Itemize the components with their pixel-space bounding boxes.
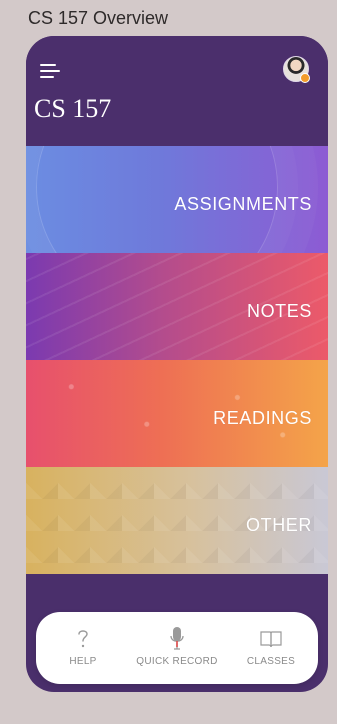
nav-label: CLASSES xyxy=(246,656,296,667)
nav-classes[interactable]: CLASSES xyxy=(224,624,318,680)
nav-quick-record[interactable]: QUICK RECORD xyxy=(130,624,224,680)
tile-label: READINGS xyxy=(213,408,312,428)
nav-help[interactable]: HELP xyxy=(36,624,130,680)
tile-notes[interactable]: NOTES xyxy=(26,253,328,360)
tile-label: OTHER xyxy=(246,515,312,535)
tile-readings[interactable]: READINGS xyxy=(26,360,328,467)
bottom-navigation: HELP QUICK RECORD CLASSES xyxy=(36,612,318,684)
nav-label: HELP xyxy=(69,656,97,667)
window-title: CS 157 Overview xyxy=(28,8,169,28)
status-dot xyxy=(300,73,310,83)
course-title: CS 157 xyxy=(34,94,112,123)
tile-other[interactable]: OTHER xyxy=(26,467,328,574)
question-mark-icon xyxy=(36,624,130,654)
microphone-icon xyxy=(130,624,224,654)
tile-label: ASSIGNMENTS xyxy=(174,194,312,214)
phone-app: CS 157 ASSIGNMENTS NOTES READINGS OTHER … xyxy=(26,36,328,692)
hamburger-menu-icon[interactable] xyxy=(40,64,60,80)
header-bar: CS 157 xyxy=(26,36,328,146)
tile-label: NOTES xyxy=(246,301,312,321)
user-avatar-icon[interactable] xyxy=(283,56,310,83)
book-icon xyxy=(224,624,318,654)
nav-label: QUICK RECORD xyxy=(136,656,218,667)
tile-assignments[interactable]: ASSIGNMENTS xyxy=(26,146,328,253)
